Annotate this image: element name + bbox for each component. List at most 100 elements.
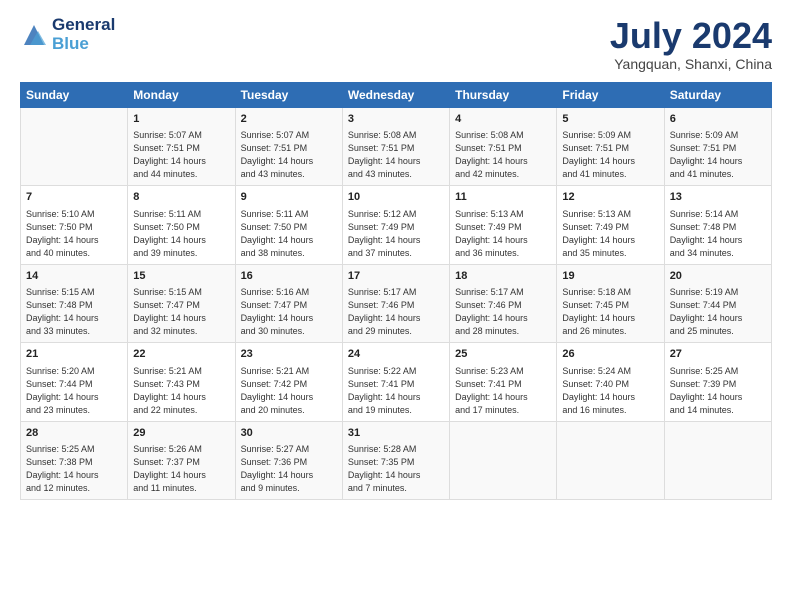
cell-info: Sunrise: 5:09 AM Sunset: 7:51 PM Dayligh…	[670, 129, 766, 181]
cell-info: Sunrise: 5:23 AM Sunset: 7:41 PM Dayligh…	[455, 365, 551, 417]
cell-info: Sunrise: 5:11 AM Sunset: 7:50 PM Dayligh…	[241, 208, 337, 260]
calendar-cell: 1Sunrise: 5:07 AM Sunset: 7:51 PM Daylig…	[128, 107, 235, 186]
cell-info: Sunrise: 5:15 AM Sunset: 7:48 PM Dayligh…	[26, 286, 122, 338]
cell-info: Sunrise: 5:24 AM Sunset: 7:40 PM Dayligh…	[562, 365, 658, 417]
cell-info: Sunrise: 5:19 AM Sunset: 7:44 PM Dayligh…	[670, 286, 766, 338]
cell-date: 21	[26, 347, 122, 362]
cell-info: Sunrise: 5:10 AM Sunset: 7:50 PM Dayligh…	[26, 208, 122, 260]
cell-date: 16	[241, 269, 337, 284]
calendar-cell: 8 Sunrise: 5:11 AM Sunset: 7:50 PM Daylig…	[128, 186, 235, 265]
cell-date: 18	[455, 269, 551, 284]
cell-info: Sunrise: 5:08 AM Sunset: 7:51 PM Dayligh…	[455, 129, 551, 181]
calendar-cell: 28 Sunrise: 5:25 AM Sunset: 7:38 PM Dayli…	[21, 421, 128, 500]
cell-info: Sunrise: 5:27 AM Sunset: 7:36 PM Dayligh…	[241, 443, 337, 495]
calendar-cell: 20 Sunrise: 5:19 AM Sunset: 7:44 PM Dayli…	[664, 264, 771, 343]
cell-date: 23	[241, 347, 337, 362]
cell-date: 29	[133, 426, 229, 441]
calendar-cell: 4 Sunrise: 5:08 AM Sunset: 7:51 PM Daylig…	[450, 107, 557, 186]
cell-info: Sunrise: 5:12 AM Sunset: 7:49 PM Dayligh…	[348, 208, 444, 260]
cell-info: Sunrise: 5:21 AM Sunset: 7:43 PM Dayligh…	[133, 365, 229, 417]
calendar-cell	[557, 421, 664, 500]
calendar-cell: 31 Sunrise: 5:28 AM Sunset: 7:35 PM Dayli…	[342, 421, 449, 500]
cell-date: 4	[455, 112, 551, 127]
month-title: July 2024	[610, 16, 772, 56]
header-day: Friday	[557, 82, 664, 107]
cell-date: 22	[133, 347, 229, 362]
calendar-cell: 18 Sunrise: 5:17 AM Sunset: 7:46 PM Dayli…	[450, 264, 557, 343]
calendar-cell: 2 Sunrise: 5:07 AM Sunset: 7:51 PM Daylig…	[235, 107, 342, 186]
cell-date: 3	[348, 112, 444, 127]
header-day: Saturday	[664, 82, 771, 107]
calendar-cell: 21 Sunrise: 5:20 AM Sunset: 7:44 PM Dayli…	[21, 343, 128, 422]
cell-date: 11	[455, 190, 551, 205]
location: Yangquan, Shanxi, China	[610, 56, 772, 72]
calendar-row: 21 Sunrise: 5:20 AM Sunset: 7:44 PM Dayli…	[21, 343, 772, 422]
cell-info: Sunrise: 5:11 AM Sunset: 7:50 PM Dayligh…	[133, 208, 229, 260]
cell-info: Sunrise: 5:25 AM Sunset: 7:38 PM Dayligh…	[26, 443, 122, 495]
calendar-cell: 30Sunrise: 5:27 AM Sunset: 7:36 PM Dayli…	[235, 421, 342, 500]
cell-date: 25	[455, 347, 551, 362]
cell-info: Sunrise: 5:13 AM Sunset: 7:49 PM Dayligh…	[562, 208, 658, 260]
cell-date: 20	[670, 269, 766, 284]
logo-general: General	[52, 16, 115, 35]
calendar-cell: 13Sunrise: 5:14 AM Sunset: 7:48 PM Dayli…	[664, 186, 771, 265]
cell-date: 8	[133, 190, 229, 205]
cell-date: 10	[348, 190, 444, 205]
calendar-cell: 19 Sunrise: 5:18 AM Sunset: 7:45 PM Dayli…	[557, 264, 664, 343]
calendar-cell: 23 Sunrise: 5:21 AM Sunset: 7:42 PM Dayli…	[235, 343, 342, 422]
cell-info: Sunrise: 5:14 AM Sunset: 7:48 PM Dayligh…	[670, 208, 766, 260]
calendar-cell: 27 Sunrise: 5:25 AM Sunset: 7:39 PM Dayli…	[664, 343, 771, 422]
cell-info: Sunrise: 5:21 AM Sunset: 7:42 PM Dayligh…	[241, 365, 337, 417]
calendar-cell: 16Sunrise: 5:16 AM Sunset: 7:47 PM Dayli…	[235, 264, 342, 343]
cell-date: 5	[562, 112, 658, 127]
cell-date: 31	[348, 426, 444, 441]
cell-info: Sunrise: 5:08 AM Sunset: 7:51 PM Dayligh…	[348, 129, 444, 181]
cell-info: Sunrise: 5:28 AM Sunset: 7:35 PM Dayligh…	[348, 443, 444, 495]
cell-info: Sunrise: 5:07 AM Sunset: 7:51 PM Dayligh…	[241, 129, 337, 181]
cell-info: Sunrise: 5:25 AM Sunset: 7:39 PM Dayligh…	[670, 365, 766, 417]
cell-date: 14	[26, 269, 122, 284]
cell-date: 9	[241, 190, 337, 205]
calendar-cell: 25 Sunrise: 5:23 AM Sunset: 7:41 PM Dayli…	[450, 343, 557, 422]
calendar-cell: 3 Sunrise: 5:08 AM Sunset: 7:51 PM Daylig…	[342, 107, 449, 186]
header-day: Thursday	[450, 82, 557, 107]
calendar-row: 7 Sunrise: 5:10 AM Sunset: 7:50 PM Daylig…	[21, 186, 772, 265]
calendar-cell: 5 Sunrise: 5:09 AM Sunset: 7:51 PM Daylig…	[557, 107, 664, 186]
cell-info: Sunrise: 5:26 AM Sunset: 7:37 PM Dayligh…	[133, 443, 229, 495]
cell-date: 27	[670, 347, 766, 362]
calendar-row: 28 Sunrise: 5:25 AM Sunset: 7:38 PM Dayli…	[21, 421, 772, 500]
cell-date: 7	[26, 190, 122, 205]
cell-info: Sunrise: 5:07 AM Sunset: 7:51 PM Dayligh…	[133, 129, 229, 181]
cell-info: Sunrise: 5:20 AM Sunset: 7:44 PM Dayligh…	[26, 365, 122, 417]
calendar-cell: 12Sunrise: 5:13 AM Sunset: 7:49 PM Dayli…	[557, 186, 664, 265]
cell-date: 24	[348, 347, 444, 362]
calendar-cell: 15Sunrise: 5:15 AM Sunset: 7:47 PM Dayli…	[128, 264, 235, 343]
calendar-cell: 17Sunrise: 5:17 AM Sunset: 7:46 PM Dayli…	[342, 264, 449, 343]
calendar-row: 14 Sunrise: 5:15 AM Sunset: 7:48 PM Dayli…	[21, 264, 772, 343]
calendar-cell: 10 Sunrise: 5:12 AM Sunset: 7:49 PM Dayli…	[342, 186, 449, 265]
cell-info: Sunrise: 5:09 AM Sunset: 7:51 PM Dayligh…	[562, 129, 658, 181]
cell-info: Sunrise: 5:13 AM Sunset: 7:49 PM Dayligh…	[455, 208, 551, 260]
header: General Blue July 2024 Yangquan, Shanxi,…	[20, 16, 772, 72]
calendar-cell: 26 Sunrise: 5:24 AM Sunset: 7:40 PM Dayli…	[557, 343, 664, 422]
header-day: Tuesday	[235, 82, 342, 107]
calendar-cell	[21, 107, 128, 186]
calendar-cell	[664, 421, 771, 500]
header-day: Monday	[128, 82, 235, 107]
cell-date: 6	[670, 112, 766, 127]
cell-date: 2	[241, 112, 337, 127]
cell-info: Sunrise: 5:18 AM Sunset: 7:45 PM Dayligh…	[562, 286, 658, 338]
calendar-cell: 29 Sunrise: 5:26 AM Sunset: 7:37 PM Dayli…	[128, 421, 235, 500]
cell-info: Sunrise: 5:17 AM Sunset: 7:46 PM Dayligh…	[455, 286, 551, 338]
cell-date: 26	[562, 347, 658, 362]
calendar-cell: 14 Sunrise: 5:15 AM Sunset: 7:48 PM Dayli…	[21, 264, 128, 343]
calendar-cell: 9 Sunrise: 5:11 AM Sunset: 7:50 PM Daylig…	[235, 186, 342, 265]
cell-date: 19	[562, 269, 658, 284]
calendar-table: SundayMondayTuesdayWednesdayThursdayFrid…	[20, 82, 772, 501]
header-day: Sunday	[21, 82, 128, 107]
cell-date: 28	[26, 426, 122, 441]
cell-info: Sunrise: 5:22 AM Sunset: 7:41 PM Dayligh…	[348, 365, 444, 417]
header-day: Wednesday	[342, 82, 449, 107]
calendar-row: 1Sunrise: 5:07 AM Sunset: 7:51 PM Daylig…	[21, 107, 772, 186]
cell-date: 17	[348, 269, 444, 284]
